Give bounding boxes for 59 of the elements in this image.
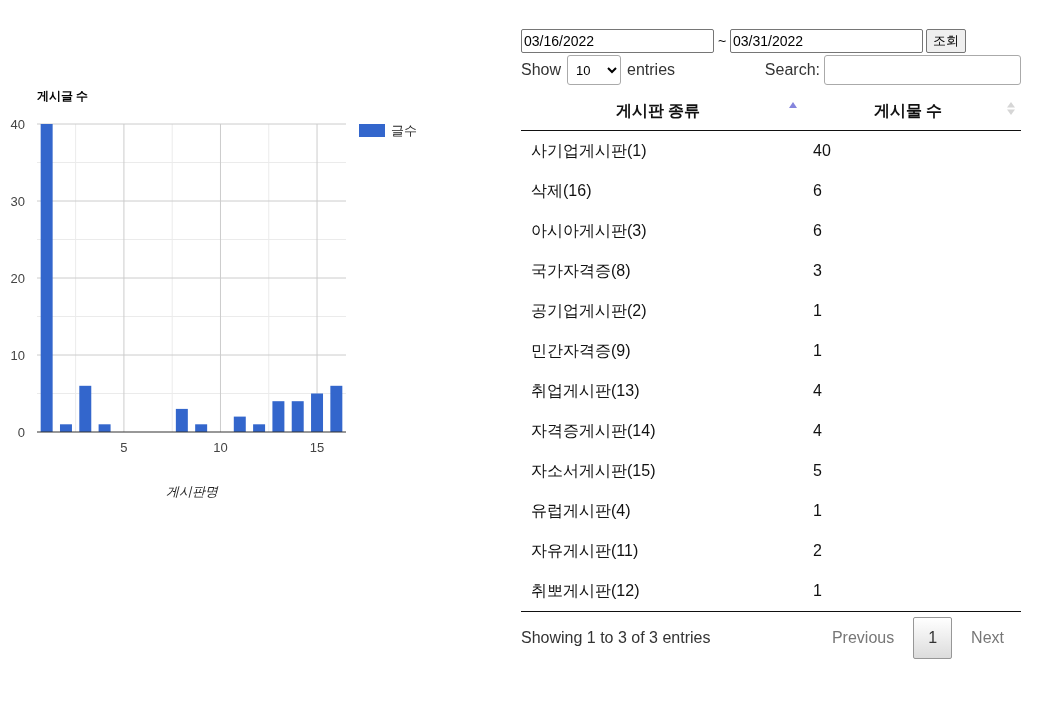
axis-tick-label: 15: [309, 440, 325, 455]
table-cell-text: 6: [812, 221, 823, 241]
axis-tick-label: 10: [10, 348, 25, 363]
axis-tick-label: 10: [213, 440, 228, 455]
show-label: Show: [521, 61, 562, 79]
legend-label: 글수: [391, 123, 417, 138]
bar: [330, 385, 343, 432]
table-cell-text: 4: [812, 421, 823, 441]
bar: [253, 424, 266, 432]
table-cell-text: 자소서게시판(15): [530, 460, 657, 481]
table-cell-text: 민간자격증(9): [530, 340, 632, 361]
axis-tick-label: 20: [10, 271, 25, 286]
bar: [233, 416, 246, 432]
column-header[interactable]: 게시물 수: [803, 93, 1021, 131]
table-cell-text: 국가자격증(8): [530, 260, 632, 281]
entries-select[interactable]: 10: [567, 55, 622, 85]
table-cell: 사기업게시판(1): [521, 130, 803, 171]
bar: [175, 408, 188, 432]
search-label: Search:: [764, 61, 820, 79]
table-cell-text: 자격증게시판(14): [530, 420, 657, 441]
axis-tick-label: 0: [17, 425, 25, 440]
bar: [272, 401, 285, 432]
axis-tick-label: 30: [10, 194, 25, 209]
table-cell-text: 자유게시판(11): [530, 540, 640, 561]
bar: [60, 424, 72, 432]
search-field[interactable]: [824, 55, 1021, 85]
entries-info: Showing 1 to 3 of 3 entries: [521, 629, 711, 647]
bar: [291, 401, 304, 432]
chart-title: 게시글 수: [37, 89, 89, 103]
axis-tick-label: 5: [120, 440, 128, 455]
table-cell-text: 1: [812, 301, 823, 321]
table-cell: 1: [803, 571, 1021, 612]
table-cell-text: 6: [812, 181, 823, 201]
table-cell-text: 4: [812, 381, 823, 401]
bar: [98, 424, 111, 432]
table-cell-text: 아시아게시판(3): [530, 220, 648, 241]
table-cell-text: 1: [812, 501, 823, 521]
x-axis-title: 게시판명: [165, 484, 218, 499]
table-cell-text: 삭제(16): [530, 180, 593, 201]
axis-tick-label: 40: [10, 117, 25, 132]
entries-label: entries: [627, 61, 676, 79]
table-cell-text: 2: [812, 541, 823, 561]
bar: [311, 393, 323, 432]
bar: [79, 385, 92, 432]
page-number-button[interactable]: 1: [913, 617, 953, 659]
table-cell-text: 5: [812, 461, 823, 481]
table-cell-text: 유럽게시판(4): [530, 500, 632, 521]
column-header[interactable]: 게시판 종류: [521, 93, 803, 131]
table-cell-text: 공기업게시판(2): [530, 300, 648, 321]
date-range-separator: ~: [716, 33, 728, 49]
table-cell-text: 3: [812, 261, 823, 281]
table-cell-text: 1: [812, 341, 823, 361]
search-button[interactable]: 조회: [926, 29, 966, 53]
table-cell: 취뽀게시판(12): [521, 571, 803, 612]
table-cell-text: 취업게시판(13): [530, 380, 641, 401]
table-cell: 40: [803, 130, 1021, 171]
start-date-field[interactable]: 03/16/2022: [521, 29, 714, 53]
bar: [195, 424, 208, 432]
end-date-field[interactable]: 03/31/2022: [730, 29, 923, 53]
